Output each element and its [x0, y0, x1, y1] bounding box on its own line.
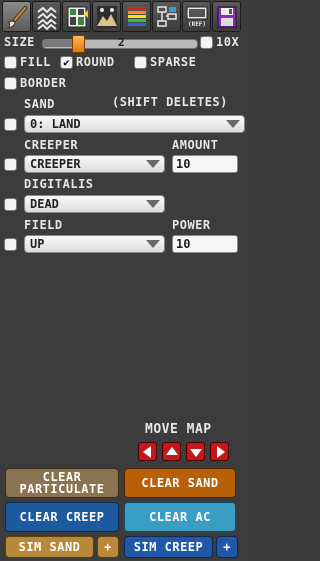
- fill-label: FILL: [20, 55, 51, 69]
- ref-label: (REF): [187, 21, 205, 28]
- save-tool-button[interactable]: [212, 1, 241, 32]
- sand-checkbox[interactable]: [4, 118, 17, 131]
- size-10x-label: 10X: [216, 35, 240, 49]
- digitalis-select[interactable]: DEAD: [24, 195, 165, 213]
- amount-label: AMOUNT: [172, 138, 219, 152]
- layers-tool-button[interactable]: [122, 1, 151, 32]
- round-label: ROUND: [76, 55, 115, 69]
- waves-icon: [36, 6, 57, 30]
- field-checkbox[interactable]: [4, 238, 17, 251]
- grid-pattern-icon: [67, 6, 88, 27]
- clear-ac-button[interactable]: CLEAR AC: [124, 502, 236, 532]
- round-checkbox[interactable]: ✔: [60, 56, 73, 69]
- landscape-icon: [96, 5, 117, 28]
- size-label: SIZE: [4, 35, 35, 49]
- chevron-down-icon: [146, 240, 160, 248]
- field-selected-value: UP: [30, 237, 45, 251]
- clear-creep-button[interactable]: CLEAR CREEP: [5, 502, 119, 532]
- check-icon: ✔: [63, 56, 70, 69]
- sparse-checkbox[interactable]: [134, 56, 147, 69]
- digitalis-label: DIGITALIS: [24, 177, 94, 191]
- move-map-right-button[interactable]: [210, 442, 229, 461]
- border-label: BORDER: [20, 76, 67, 90]
- move-map-up-button[interactable]: [162, 442, 181, 461]
- save-icon: [217, 6, 236, 27]
- tool-panel: (REF) SIZE 2 10X FILL ✔ ROUND SPARSE BOR…: [0, 0, 248, 561]
- size-10x-checkbox[interactable]: [200, 36, 213, 49]
- hierarchy-icon: [156, 5, 177, 27]
- digitalis-checkbox[interactable]: [4, 198, 17, 211]
- sim-creep-plus-button[interactable]: +: [216, 536, 238, 558]
- arrow-up-icon: [165, 446, 178, 455]
- move-map-down-button[interactable]: [186, 442, 205, 461]
- arrow-down-icon: [189, 448, 202, 457]
- sim-sand-plus-button[interactable]: +: [97, 536, 119, 558]
- clear-sand-button[interactable]: CLEAR SAND: [124, 468, 236, 498]
- sim-sand-button[interactable]: SIM SAND: [5, 536, 94, 558]
- digitalis-selected-value: DEAD: [30, 197, 59, 211]
- brush-icon: [7, 4, 28, 29]
- clear-particulate-button[interactable]: CLEAR PARTICULATE: [5, 468, 119, 498]
- size-slider-fill: [42, 39, 74, 47]
- chevron-down-icon: [226, 120, 240, 128]
- layers-icon: [127, 6, 146, 26]
- toolbar: (REF): [2, 1, 246, 33]
- size-slider-thumb[interactable]: [72, 35, 85, 53]
- reference-tool-button[interactable]: (REF): [182, 1, 211, 32]
- sparse-label: SPARSE: [150, 55, 197, 69]
- sand-label: SAND: [24, 97, 55, 111]
- sand-hint: (SHIFT DELETES): [112, 95, 228, 109]
- creeper-select[interactable]: CREEPER: [24, 155, 165, 173]
- hierarchy-tool-button[interactable]: [152, 1, 181, 32]
- brush-tool-button[interactable]: [2, 1, 31, 32]
- creeper-checkbox[interactable]: [4, 158, 17, 171]
- arrow-right-icon: [216, 445, 225, 458]
- sim-creep-button[interactable]: SIM CREEP: [124, 536, 213, 558]
- chevron-down-icon: [146, 200, 160, 208]
- move-map-label: MOVE MAP: [145, 422, 212, 437]
- creeper-selected-value: CREEPER: [30, 157, 81, 171]
- terrain-tool-button[interactable]: [92, 1, 121, 32]
- sand-selected-value: 0: LAND: [30, 117, 81, 131]
- move-map-left-button[interactable]: [138, 442, 157, 461]
- chevron-down-icon: [146, 160, 160, 168]
- field-select[interactable]: UP: [24, 235, 165, 253]
- fill-checkbox[interactable]: [4, 56, 17, 69]
- sand-select[interactable]: 0: LAND: [24, 115, 245, 133]
- field-label: FIELD: [24, 218, 63, 232]
- reference-icon: (REF): [186, 6, 207, 28]
- border-checkbox[interactable]: [4, 77, 17, 90]
- power-input[interactable]: 10: [172, 235, 238, 253]
- arrow-left-icon: [142, 445, 151, 458]
- amount-input[interactable]: 10: [172, 155, 238, 173]
- pattern-tool-button[interactable]: [62, 1, 91, 32]
- creeper-label: CREEPER: [24, 138, 79, 152]
- size-value: 2: [118, 36, 125, 49]
- power-label: POWER: [172, 218, 211, 232]
- waves-tool-button[interactable]: [32, 1, 61, 32]
